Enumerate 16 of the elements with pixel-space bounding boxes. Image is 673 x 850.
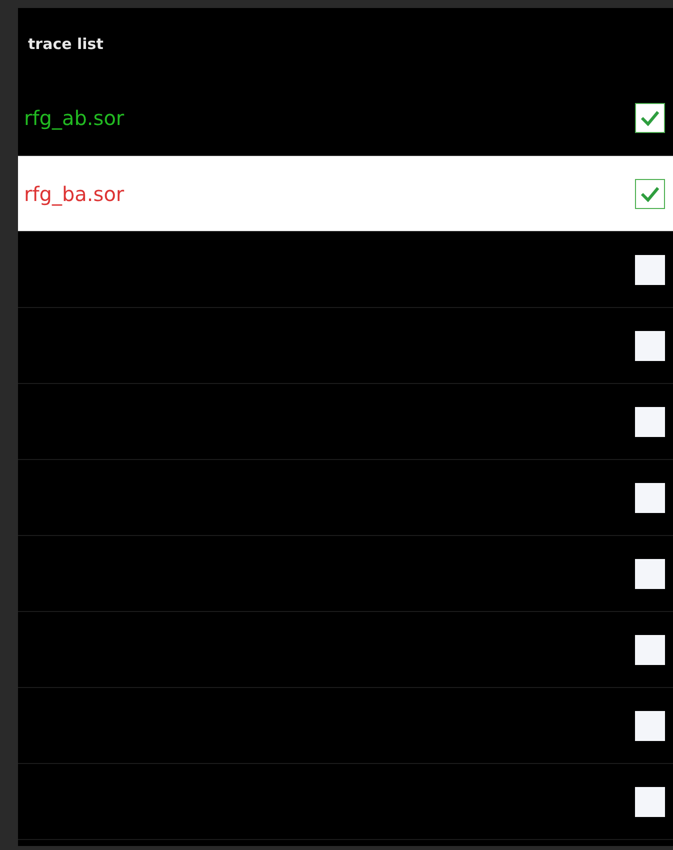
check-icon [640, 110, 660, 126]
trace-name: rfg_ab.sor [24, 104, 124, 132]
check-icon [640, 186, 660, 202]
trace-checkbox[interactable] [635, 634, 665, 664]
trace-row[interactable]: rfg_ba.sor [18, 156, 673, 232]
trace-checkbox[interactable] [635, 406, 665, 436]
trace-checkbox[interactable] [635, 710, 665, 740]
trace-checkbox[interactable] [635, 330, 665, 360]
panel-title: trace list [28, 34, 104, 55]
trace-name: rfg_ba.sor [24, 180, 124, 208]
trace-checkbox[interactable] [635, 482, 665, 512]
trace-checkbox[interactable] [635, 254, 665, 284]
trace-checkbox[interactable] [635, 786, 665, 816]
trace-checkbox[interactable] [635, 178, 665, 208]
trace-checkbox[interactable] [635, 102, 665, 132]
trace-checkbox[interactable] [635, 558, 665, 588]
